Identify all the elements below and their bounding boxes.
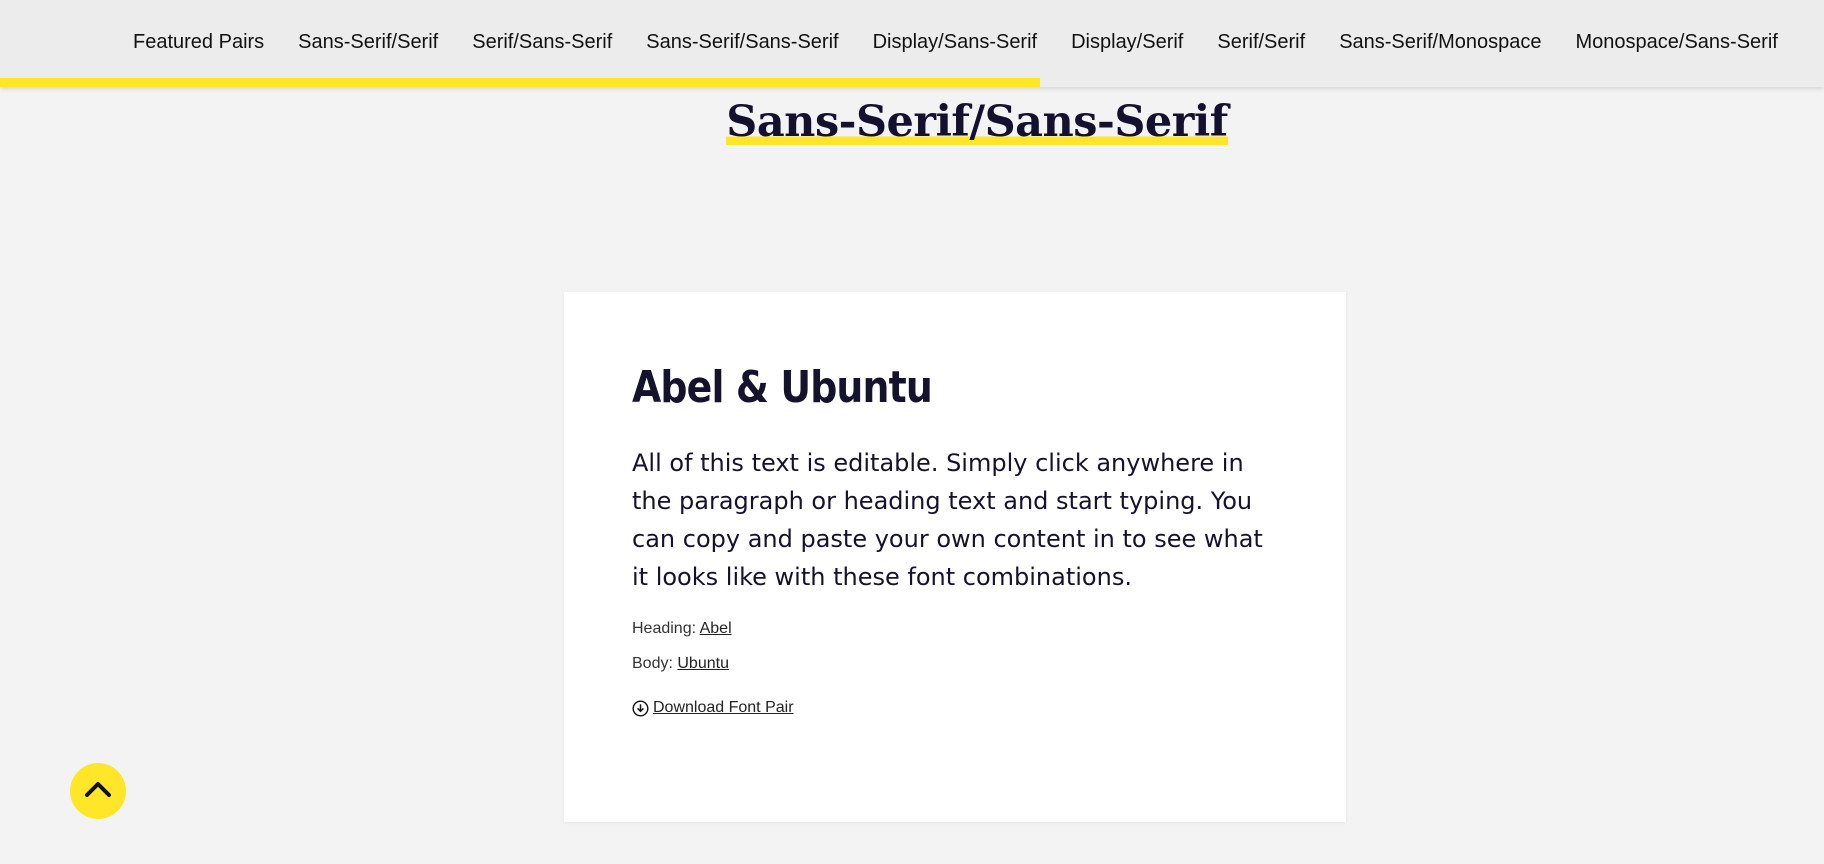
back-to-top-button[interactable] bbox=[70, 763, 126, 819]
nav-display-sans-serif[interactable]: Display/Sans-Serif bbox=[873, 28, 1038, 56]
body-font-label: Body: bbox=[632, 655, 673, 672]
chevron-up-icon bbox=[83, 779, 113, 804]
pair-sample-paragraph[interactable]: All of this text is editable. Simply cli… bbox=[632, 444, 1282, 596]
nav-display-serif[interactable]: Display/Serif bbox=[1071, 28, 1183, 56]
nav-monospace-sans-serif[interactable]: Monospace/Sans-Serif bbox=[1576, 28, 1778, 56]
download-label: Download Font Pair bbox=[653, 699, 794, 716]
section-title: Sans-Serif/Sans-Serif bbox=[726, 92, 1228, 152]
download-font-pair-link[interactable]: Download Font Pair bbox=[632, 699, 794, 717]
heading-font-link[interactable]: Abel bbox=[700, 620, 732, 637]
body-font-info: Body: Ubuntu bbox=[632, 655, 729, 673]
nav-sans-serif-sans-serif[interactable]: Sans-Serif/Sans-Serif bbox=[646, 28, 838, 56]
nav-serif-sans-serif[interactable]: Serif/Sans-Serif bbox=[472, 28, 612, 56]
nav-featured-pairs[interactable]: Featured Pairs bbox=[133, 28, 264, 56]
scroll-progress-bar bbox=[0, 78, 1040, 87]
heading-font-label: Heading: bbox=[632, 620, 697, 637]
download-circle-icon bbox=[632, 699, 649, 717]
category-nav: Featured Pairs Sans-Serif/Serif Serif/Sa… bbox=[133, 28, 1778, 56]
font-pair-card: Abel & Ubuntu All of this text is editab… bbox=[564, 292, 1346, 822]
section-header: Sans-Serif/Sans-Serif bbox=[0, 92, 1824, 152]
heading-font-info: Heading: Abel bbox=[632, 620, 732, 638]
top-navigation: Featured Pairs Sans-Serif/Serif Serif/Sa… bbox=[0, 0, 1824, 87]
pair-heading[interactable]: Abel & Ubuntu bbox=[632, 362, 933, 413]
body-font-link[interactable]: Ubuntu bbox=[677, 655, 729, 672]
nav-serif-serif[interactable]: Serif/Serif bbox=[1217, 28, 1305, 56]
nav-sans-serif-monospace[interactable]: Sans-Serif/Monospace bbox=[1339, 28, 1541, 56]
nav-sans-serif-serif[interactable]: Sans-Serif/Serif bbox=[298, 28, 438, 56]
